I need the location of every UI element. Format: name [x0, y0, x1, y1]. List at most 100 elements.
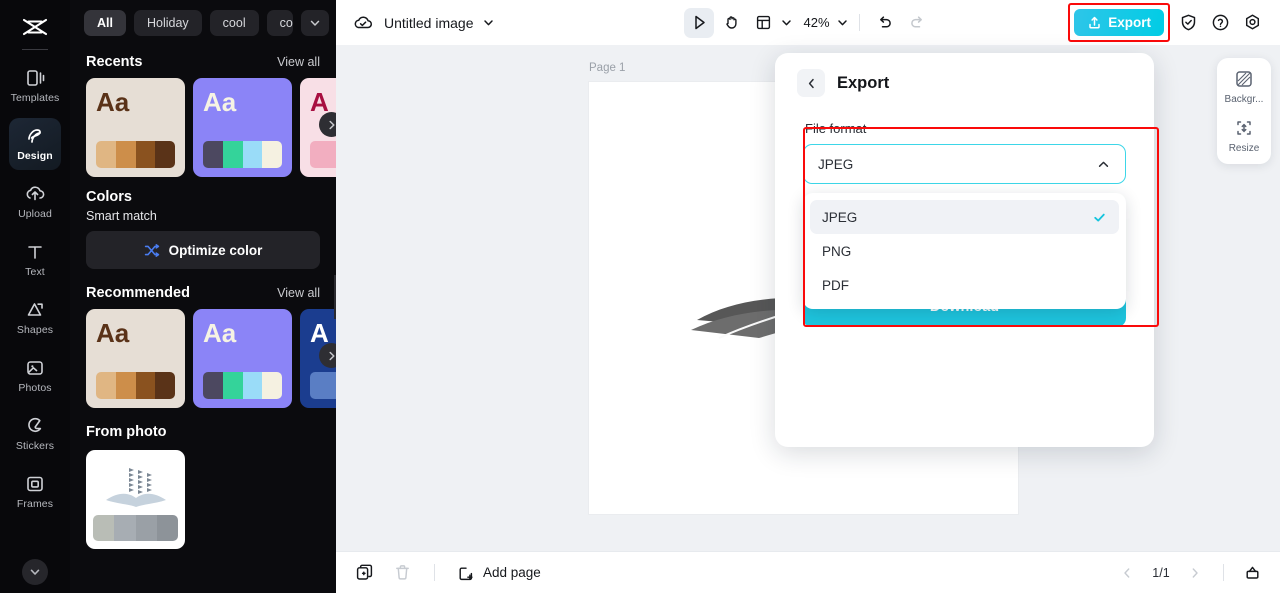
card-aa-label: Aa: [203, 318, 237, 348]
sidebar-item-label: Photos: [18, 382, 52, 394]
recommended-cards: Aa Aa A: [70, 309, 336, 408]
section-title: From photo: [86, 424, 167, 440]
resize-tool-button[interactable]: Resize: [1217, 117, 1271, 154]
layout-tool-button[interactable]: [748, 8, 778, 38]
export-title: Export: [837, 73, 890, 92]
frames-icon: [24, 474, 46, 495]
sidebar-item-label: Shapes: [16, 324, 54, 336]
page-grid-button[interactable]: [1238, 559, 1266, 587]
page-grid-icon: [1245, 566, 1259, 579]
cloud-saved-icon: [352, 13, 374, 33]
chevron-up-icon: [1096, 157, 1111, 172]
chevron-left-icon: [1124, 567, 1130, 578]
recents-view-all[interactable]: View all: [277, 55, 320, 69]
filter-chip-all[interactable]: All: [84, 10, 126, 36]
template-card[interactable]: Aa: [193, 78, 292, 177]
help-icon[interactable]: [1206, 9, 1234, 37]
chevron-down-icon: [483, 20, 493, 26]
from-photo-header: From photo: [70, 408, 336, 450]
main-area: Untitled image 42% Export Page 1 Backgr.…: [336, 0, 1280, 593]
delete-page-icon[interactable]: [388, 559, 416, 587]
sidebar-item-label: Stickers: [15, 440, 55, 452]
card-swatches: [96, 141, 175, 168]
add-page-button[interactable]: Add page: [457, 564, 541, 582]
format-option-label: PNG: [822, 243, 852, 259]
sidebar-item-text[interactable]: Text: [9, 234, 61, 286]
prev-page-button[interactable]: [1113, 559, 1141, 587]
card-swatches: [93, 515, 178, 541]
filter-chip-holiday[interactable]: Holiday: [133, 10, 202, 36]
select-tool-button[interactable]: [684, 7, 715, 38]
next-page-button[interactable]: [1181, 559, 1209, 587]
format-option-png[interactable]: PNG: [810, 234, 1119, 268]
file-format-select[interactable]: JPEG: [803, 144, 1126, 184]
document-title-caret[interactable]: [482, 16, 495, 29]
layout-caret[interactable]: [780, 16, 793, 29]
design-panel: All Holiday cool concise Recents View al…: [70, 0, 336, 593]
zoom-caret[interactable]: [836, 16, 849, 29]
hand-tool-button[interactable]: [716, 8, 746, 38]
capcut-logo[interactable]: [13, 10, 57, 44]
filter-chip-cool[interactable]: cool: [209, 10, 259, 36]
format-option-label: PDF: [822, 277, 849, 293]
card-swatches: [96, 372, 175, 399]
from-photo-thumbnail[interactable]: [86, 450, 185, 549]
optimize-color-label: Optimize color: [168, 242, 263, 258]
template-card[interactable]: Aa: [193, 309, 292, 408]
recommended-view-all[interactable]: View all: [277, 286, 320, 300]
export-back-button[interactable]: [797, 69, 825, 97]
optimize-color-button[interactable]: Optimize color: [86, 231, 320, 269]
section-title: Recommended: [86, 285, 190, 301]
sidebar-item-upload[interactable]: Upload: [9, 176, 61, 228]
chip-label: concise: [279, 16, 293, 30]
chevron-right-icon: [328, 351, 335, 360]
stickers-icon: [24, 416, 46, 437]
templates-icon: [24, 68, 46, 89]
chevron-right-icon: [328, 120, 335, 129]
filter-chip-concise[interactable]: concise: [266, 10, 293, 36]
page-counter: 1/1: [1152, 565, 1170, 580]
chevron-down-icon: [837, 20, 847, 26]
background-icon: [1236, 71, 1252, 87]
template-card[interactable]: Aa: [86, 309, 185, 408]
recents-cards: Aa Aa A: [70, 78, 336, 177]
document-title[interactable]: Untitled image: [384, 15, 474, 31]
card-swatches: [203, 372, 282, 399]
text-icon: [24, 242, 46, 263]
sidebar-item-label: Templates: [10, 92, 60, 104]
export-button[interactable]: Export: [1074, 9, 1164, 36]
chevron-left-icon: [808, 78, 814, 88]
shuffle-icon: [144, 243, 159, 257]
sidebar-item-templates[interactable]: Templates: [9, 60, 61, 112]
shield-check-icon[interactable]: [1174, 9, 1202, 37]
left-rail: Templates Design Upload Text Shapes Phot…: [0, 0, 70, 593]
duplicate-page-icon[interactable]: [350, 559, 378, 587]
sidebar-item-shapes[interactable]: Shapes: [9, 292, 61, 344]
zoom-level[interactable]: 42%: [803, 15, 829, 30]
sidebar-item-design[interactable]: Design: [9, 118, 61, 170]
rail-expand-button[interactable]: [22, 559, 48, 585]
template-card[interactable]: Aa: [86, 78, 185, 177]
sidebar-item-stickers[interactable]: Stickers: [9, 408, 61, 460]
format-option-jpeg[interactable]: JPEG: [810, 200, 1119, 234]
recommended-header: Recommended View all: [70, 269, 336, 309]
bottom-divider-2: [1223, 564, 1224, 581]
export-header: Export: [775, 53, 1154, 105]
settings-icon[interactable]: [1238, 9, 1266, 37]
redo-button[interactable]: [902, 8, 932, 38]
sidebar-item-photos[interactable]: Photos: [9, 350, 61, 402]
recents-header: Recents View all: [70, 42, 336, 78]
shapes-icon: [24, 300, 46, 321]
sidebar-item-frames[interactable]: Frames: [9, 466, 61, 518]
upload-icon: [24, 184, 46, 205]
photos-icon: [24, 358, 46, 379]
filter-chips-expand[interactable]: [300, 10, 329, 36]
filter-chip-row: All Holiday cool concise: [70, 0, 336, 42]
undo-button[interactable]: [870, 8, 900, 38]
format-option-pdf[interactable]: PDF: [810, 268, 1119, 302]
resize-tool-label: Resize: [1228, 143, 1260, 154]
design-icon: [24, 126, 46, 147]
background-tool-button[interactable]: Backgr...: [1217, 68, 1271, 105]
panel-collapse-handle[interactable]: [334, 275, 336, 319]
top-toolbar: Untitled image 42% Export: [336, 0, 1280, 45]
